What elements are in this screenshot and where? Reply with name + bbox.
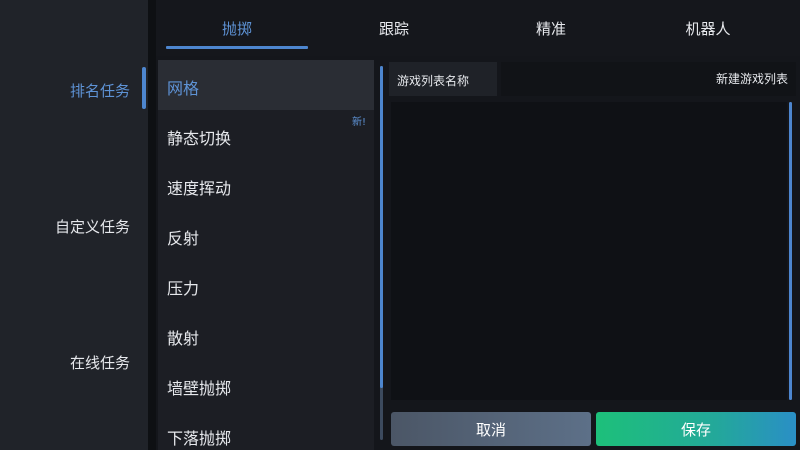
cancel-button[interactable]: 取消 (391, 412, 591, 446)
sidenav-item-custom-tasks[interactable]: 自定义任务 (55, 216, 130, 237)
mode-item-label: 下落抛掷 (167, 429, 232, 448)
mode-item-grid[interactable]: 网格 (158, 60, 374, 110)
tab-precision[interactable]: 精准 (536, 18, 566, 39)
mode-item-label: 压力 (167, 279, 200, 298)
mode-list: 网格 新! 静态切换 速度挥动 反射 压力 散射 墙壁抛掷 下落抛掷 (158, 60, 374, 450)
mode-item-label: 散射 (167, 329, 200, 348)
mode-item-speed-swing[interactable]: 速度挥动 (158, 160, 374, 210)
playlist-name-label: 游戏列表名称 (389, 62, 497, 96)
mode-item-label: 静态切换 (167, 129, 232, 148)
mode-item-wall-throw[interactable]: 墙壁抛掷 (158, 360, 374, 410)
tab-robot[interactable]: 机器人 (685, 18, 730, 39)
mode-item-pressure[interactable]: 压力 (158, 260, 374, 310)
playlist-panel: 游戏列表名称 取消 保存 (389, 62, 797, 450)
mode-item-label: 反射 (167, 229, 200, 248)
sidenav-item-ranked-tasks[interactable]: 排名任务 (70, 80, 130, 101)
mode-item-static-switch[interactable]: 新! 静态切换 (158, 110, 374, 160)
side-nav: 排名任务 自定义任务 在线任务 (0, 0, 148, 450)
mode-item-reflex[interactable]: 反射 (158, 210, 374, 260)
tab-active-underline (166, 46, 308, 49)
mode-list-scrollbar[interactable] (380, 66, 383, 440)
save-button[interactable]: 保存 (596, 412, 796, 446)
mode-item-label: 网格 (167, 79, 200, 98)
tab-tracking[interactable]: 跟踪 (379, 18, 409, 39)
mode-item-label: 墙壁抛掷 (167, 379, 232, 398)
app-root: 排名任务 自定义任务 在线任务 抛掷 跟踪 精准 机器人 网格 新! 静态切换 … (0, 0, 800, 450)
mode-item-scatter[interactable]: 散射 (158, 310, 374, 360)
mode-item-label: 速度挥动 (167, 179, 232, 198)
playlist-scrollbar[interactable] (789, 102, 792, 400)
sidenav-item-online-tasks[interactable]: 在线任务 (70, 352, 130, 373)
new-badge: 新! (351, 117, 366, 128)
playlist-content-box[interactable] (391, 102, 787, 400)
playlist-scroll-thumb[interactable] (789, 102, 792, 400)
sidenav-active-indicator (142, 67, 146, 109)
tab-throw[interactable]: 抛掷 (222, 18, 252, 39)
sidenav-divider (148, 0, 156, 450)
mode-item-drop-throw[interactable]: 下落抛掷 (158, 410, 374, 450)
playlist-name-input[interactable] (501, 62, 796, 96)
mode-list-scroll-thumb[interactable] (380, 66, 383, 388)
